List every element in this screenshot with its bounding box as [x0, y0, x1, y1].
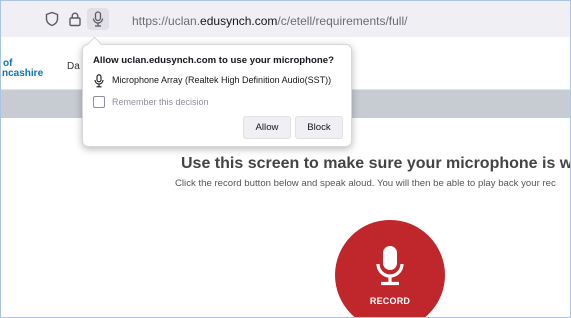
remember-checkbox[interactable]	[93, 96, 105, 108]
remember-label[interactable]: Remember this decision	[112, 97, 209, 107]
permission-title: Allow uclan.edusynch.com to use your mic…	[93, 55, 334, 66]
microphone-icon	[94, 74, 104, 88]
microphone-permission-icon[interactable]	[87, 8, 109, 30]
allow-button[interactable]: Allow	[243, 116, 291, 139]
block-button[interactable]: Block	[295, 116, 343, 139]
page-content	[1, 118, 570, 317]
url-prefix: https://uclan.	[132, 14, 201, 28]
lock-icon[interactable]	[67, 11, 83, 27]
address-bar[interactable]: https://uclan.edusynch.com/c/etell/requi…	[29, 5, 570, 33]
url-path: /c/etell/requirements/full/	[277, 14, 408, 28]
browser-toolbar: https://uclan.edusynch.com/c/etell/requi…	[1, 1, 570, 37]
nav-item-partial[interactable]: Da	[67, 61, 80, 72]
page-heading: Use this screen to make sure your microp…	[181, 155, 571, 172]
url-text[interactable]: https://uclan.edusynch.com/c/etell/requi…	[132, 14, 407, 28]
page-instructions: Click the record button below and speak …	[175, 178, 556, 189]
microphone-icon	[376, 246, 404, 286]
microphone-permission-popup: Allow uclan.edusynch.com to use your mic…	[82, 36, 352, 147]
logo-text-line2[interactable]: ncashire	[2, 68, 43, 79]
url-host: edusynch.com	[200, 14, 278, 28]
shield-icon[interactable]	[44, 11, 60, 27]
record-button-label: RECORD	[369, 296, 411, 306]
browser-window: https://uclan.edusynch.com/c/etell/requi…	[0, 0, 571, 318]
device-name: Microphone Array (Realtek High Definitio…	[112, 75, 332, 85]
